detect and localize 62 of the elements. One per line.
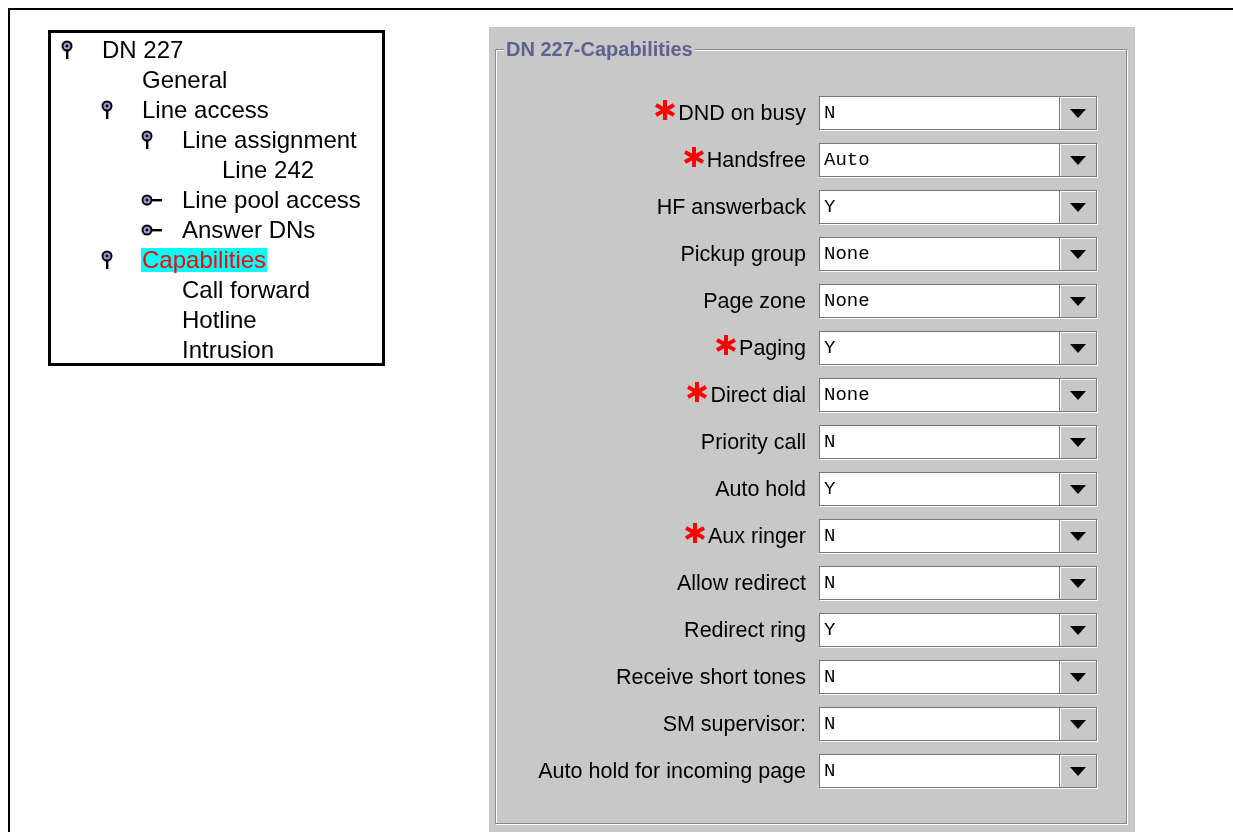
dropdown-field[interactable]: N — [819, 660, 1097, 694]
dropdown-field[interactable]: N — [819, 707, 1097, 741]
dropdown-arrow-icon[interactable] — [1070, 719, 1086, 729]
collapsed-node-icon[interactable] — [141, 194, 163, 206]
dropdown-arrow-icon[interactable] — [1070, 625, 1086, 635]
dropdown-field[interactable]: Auto — [819, 143, 1097, 177]
expanded-node-icon[interactable] — [101, 100, 113, 120]
field-label: Page zone — [703, 288, 806, 314]
dropdown-field[interactable]: Y — [819, 190, 1097, 224]
dropdown-field[interactable]: Y — [819, 472, 1097, 506]
field-label: Allow redirect — [676, 570, 806, 596]
dropdown-arrow-icon[interactable] — [1070, 155, 1086, 165]
dropdown-arrow-icon[interactable] — [1070, 296, 1086, 306]
dropdown-arrow-icon[interactable] — [1070, 249, 1086, 259]
field-label: Priority call — [700, 429, 806, 455]
group-title: DN 227-Capabilities — [504, 38, 695, 61]
dropdown-arrow-icon[interactable] — [1070, 672, 1086, 682]
dropdown-arrow-icon[interactable] — [1070, 390, 1086, 400]
field-label: Receive short tones — [616, 664, 806, 690]
expanded-node-icon[interactable] — [61, 40, 73, 60]
dropdown-arrow-icon[interactable] — [1070, 437, 1086, 447]
collapsed-node-icon[interactable] — [141, 224, 163, 236]
dropdown-arrow-icon[interactable] — [1070, 343, 1086, 353]
tree-item[interactable]: Hotline — [181, 308, 258, 332]
dropdown-field[interactable]: N — [819, 519, 1097, 553]
dropdown-field[interactable]: None — [819, 284, 1097, 318]
dropdown-arrow-icon[interactable] — [1070, 202, 1086, 212]
field-label: SM supervisor: — [662, 711, 806, 737]
tree-item[interactable]: Line access — [141, 98, 270, 122]
field-label: Paging — [739, 335, 806, 361]
dropdown-arrow-icon[interactable] — [1070, 531, 1086, 541]
dropdown-field[interactable]: Y — [819, 331, 1097, 365]
dropdown-field[interactable]: N — [819, 754, 1097, 788]
expanded-node-icon[interactable] — [101, 250, 113, 270]
dropdown-arrow-icon[interactable] — [1070, 578, 1086, 588]
dropdown-arrow-icon[interactable] — [1070, 484, 1086, 494]
field-label: Auto hold — [715, 476, 806, 502]
field-label: Pickup group — [680, 241, 806, 267]
tree-item[interactable]: Call forward — [181, 278, 312, 302]
field-label: Handsfree — [706, 147, 806, 173]
tree-item[interactable]: Intrusion — [181, 338, 276, 362]
tree-item[interactable]: Line assignment — [181, 128, 358, 152]
field-label: Direct dial — [710, 382, 806, 408]
tree-item[interactable]: Answer DNs — [181, 218, 317, 242]
dropdown-field[interactable]: None — [819, 237, 1097, 271]
dropdown-field[interactable]: N — [819, 425, 1097, 459]
dropdown-arrow-icon[interactable] — [1070, 108, 1086, 118]
dropdown-field[interactable]: Y — [819, 613, 1097, 647]
field-label: Redirect ring — [684, 617, 806, 643]
dropdown-field[interactable]: N — [819, 96, 1097, 130]
dropdown-field[interactable]: None — [819, 378, 1097, 412]
expanded-node-icon[interactable] — [141, 130, 153, 150]
tree-item[interactable]: General — [141, 68, 229, 92]
field-label: HF answerback — [656, 194, 806, 220]
dropdown-arrow-icon[interactable] — [1070, 766, 1086, 776]
dropdown-field[interactable]: N — [819, 566, 1097, 600]
field-label: Aux ringer — [708, 523, 806, 549]
field-label: Auto hold for incoming page — [538, 758, 806, 784]
tree-item[interactable]: Line pool access — [181, 188, 362, 212]
tree-item[interactable]: Line 242 — [221, 158, 316, 182]
field-label: DND on busy — [678, 100, 806, 126]
tree-item[interactable]: DN 227 — [101, 38, 185, 62]
